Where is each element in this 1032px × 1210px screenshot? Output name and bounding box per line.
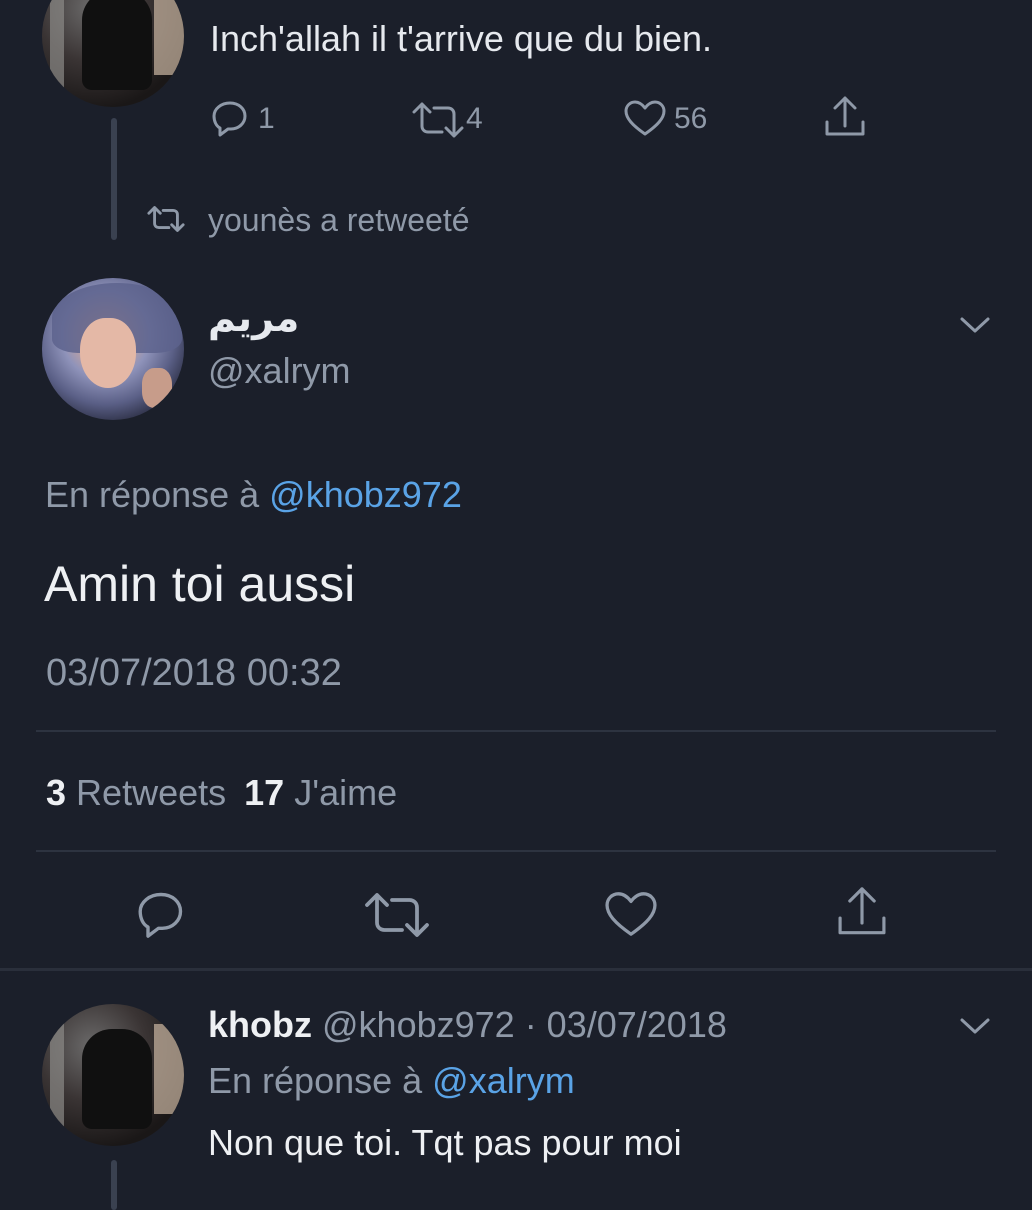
handle[interactable]: @xalrym <box>208 350 351 392</box>
thread-line-top <box>111 118 117 240</box>
divider-1 <box>36 730 996 732</box>
heart-icon[interactable] <box>602 888 660 940</box>
reply-tweet-prefix: En réponse à <box>208 1060 423 1101</box>
tweet-text: Amin toi aussi <box>44 556 356 612</box>
reply-icon[interactable] <box>134 888 188 940</box>
thread-line-bottom <box>111 1160 117 1210</box>
reply-to-link[interactable]: @khobz972 <box>269 474 462 515</box>
tweet-stats: 3 Retweets 17 J'aime <box>46 772 397 814</box>
reply-context: En réponse à @khobz972 <box>45 474 462 516</box>
previous-tweet-text: Inch'allah il t'arrive que du bien. <box>210 18 713 59</box>
reply-prefix: En réponse à <box>45 474 260 515</box>
retweet-icon[interactable] <box>410 100 466 140</box>
display-name[interactable]: مريم <box>208 296 299 341</box>
retweet-count: 4 <box>466 102 483 135</box>
reply-count: 1 <box>258 102 275 135</box>
avatar-khobz[interactable] <box>42 1004 184 1146</box>
likes-count[interactable]: 17 <box>244 772 284 813</box>
like-count: 56 <box>674 102 708 135</box>
avatar-xalrym[interactable] <box>42 278 184 420</box>
retweet-banner-label: younès a retweeté <box>208 202 470 238</box>
reply-tweet-context: En réponse à @xalrym <box>208 1060 575 1102</box>
retweets-count[interactable]: 3 <box>46 772 66 813</box>
reply-header: khobz @khobz972 · 03/07/2018 <box>208 1004 727 1046</box>
likes-label[interactable]: J'aime <box>294 772 397 813</box>
reply-display-name[interactable]: khobz <box>208 1004 312 1045</box>
chevron-down-icon[interactable] <box>958 313 992 337</box>
reply-handle-date[interactable]: @khobz972 · 03/07/2018 <box>322 1004 727 1045</box>
reply-tweet-to-link[interactable]: @xalrym <box>432 1060 575 1101</box>
divider-3 <box>0 968 1032 971</box>
avatar-khobz-top[interactable] <box>42 0 184 107</box>
retweet-small-icon <box>146 204 186 234</box>
retweet-icon[interactable] <box>362 890 432 940</box>
retweets-label[interactable]: Retweets <box>76 772 226 813</box>
divider-2 <box>36 850 996 852</box>
chevron-down-icon[interactable] <box>958 1014 992 1038</box>
heart-icon[interactable] <box>622 98 668 138</box>
share-icon[interactable] <box>834 884 890 940</box>
reply-tweet-text: Non que toi. Tqt pas pour moi <box>208 1122 682 1163</box>
share-icon[interactable] <box>822 94 868 140</box>
tweet-timestamp: 03/07/2018 00:32 <box>46 652 342 694</box>
reply-icon[interactable] <box>210 98 250 138</box>
